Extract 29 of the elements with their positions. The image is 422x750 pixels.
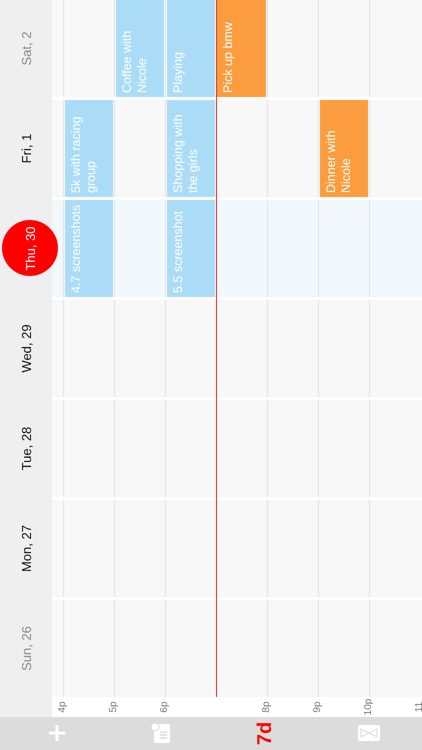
hourglass-icon xyxy=(358,726,380,742)
hour-label: 11 xyxy=(414,702,422,712)
event-block[interactable]: 5.5 screenshot xyxy=(167,200,215,297)
event-block[interactable]: 5k with racing group xyxy=(65,100,113,197)
event-block[interactable]: Pick up bmw xyxy=(217,0,266,97)
plus-icon xyxy=(47,724,67,744)
timer-button[interactable] xyxy=(358,726,380,742)
day-label[interactable]: Wed, 29 xyxy=(18,324,34,373)
day-label[interactable]: Fri, 1 xyxy=(18,134,34,164)
event-block[interactable]: Shopping with the girls xyxy=(167,100,215,197)
hour-label: 10p xyxy=(363,698,374,716)
hour-label: 8p xyxy=(261,701,272,713)
event-block[interactable]: Playing xyxy=(167,0,215,97)
hour-label: 5p xyxy=(108,701,119,713)
event-block[interactable]: Dinner with Nicole xyxy=(320,100,368,197)
event-block[interactable]: Coffee with Nicole xyxy=(116,0,164,97)
calendar-icon xyxy=(150,722,172,744)
hour-label: 6p xyxy=(159,701,170,713)
day-label[interactable]: Tue, 28 xyxy=(18,426,34,470)
day-label[interactable]: Sat, 2 xyxy=(18,32,34,66)
hour-label: 4p xyxy=(57,701,68,713)
event-block[interactable]: 4.7 screenshots xyxy=(65,200,113,297)
add-button[interactable] xyxy=(47,724,67,744)
day-label[interactable]: Mon, 27 xyxy=(18,525,34,572)
hour-label: 9p xyxy=(312,701,323,713)
today-day-label[interactable]: Thu, 30 xyxy=(2,220,58,276)
calendar-button[interactable] xyxy=(150,722,172,744)
week-view-button[interactable]: 7d xyxy=(255,722,275,746)
day-label[interactable]: Sun, 26 xyxy=(18,626,34,671)
